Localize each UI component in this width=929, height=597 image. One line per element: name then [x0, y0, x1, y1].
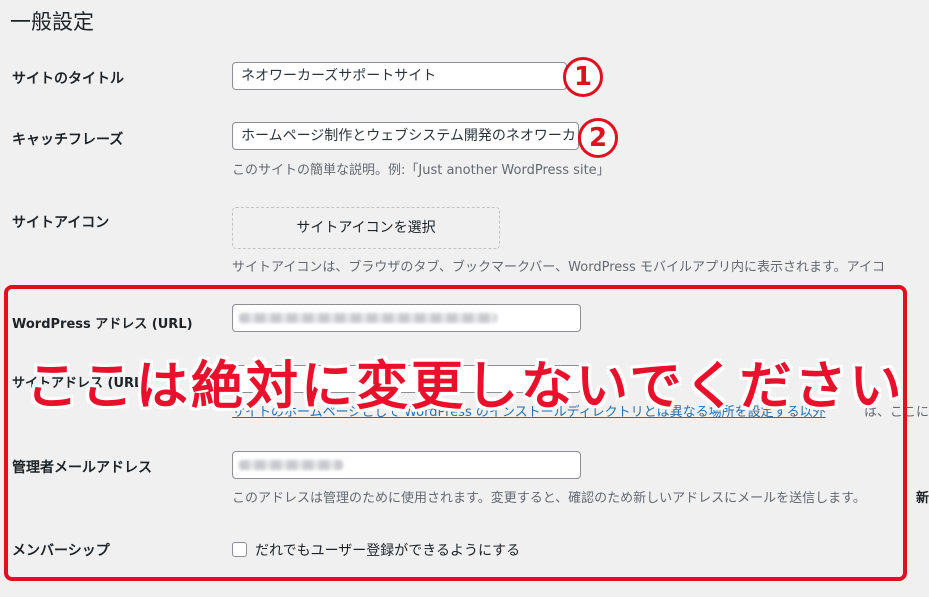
site-title-input[interactable]: ネオワーカーズサポートサイト	[232, 62, 567, 90]
site-title-label: サイトのタイトル	[12, 71, 124, 87]
page-title: 一般設定	[10, 10, 94, 34]
warning-highlight-box	[4, 285, 907, 581]
site-icon-description: サイトアイコンは、ブラウザのタブ、ブックマークバー、WordPress モバイル…	[232, 260, 885, 275]
tagline-input[interactable]: ホームページ制作とウェブシステム開発のネオワーカ	[232, 122, 579, 150]
tagline-label: キャッチフレーズ	[12, 132, 124, 148]
tagline-description: このサイトの簡単な説明。例:「Just another WordPress si…	[232, 163, 610, 178]
admin-email-description-tail: 新	[916, 491, 929, 506]
marker-1: 1	[563, 57, 603, 97]
warning-annotation: ここは絶対に変更しないでください	[26, 357, 905, 417]
select-site-icon-button[interactable]: サイトアイコンを選択	[232, 207, 500, 249]
marker-2: 2	[578, 118, 618, 158]
site-icon-label: サイトアイコン	[12, 215, 110, 231]
